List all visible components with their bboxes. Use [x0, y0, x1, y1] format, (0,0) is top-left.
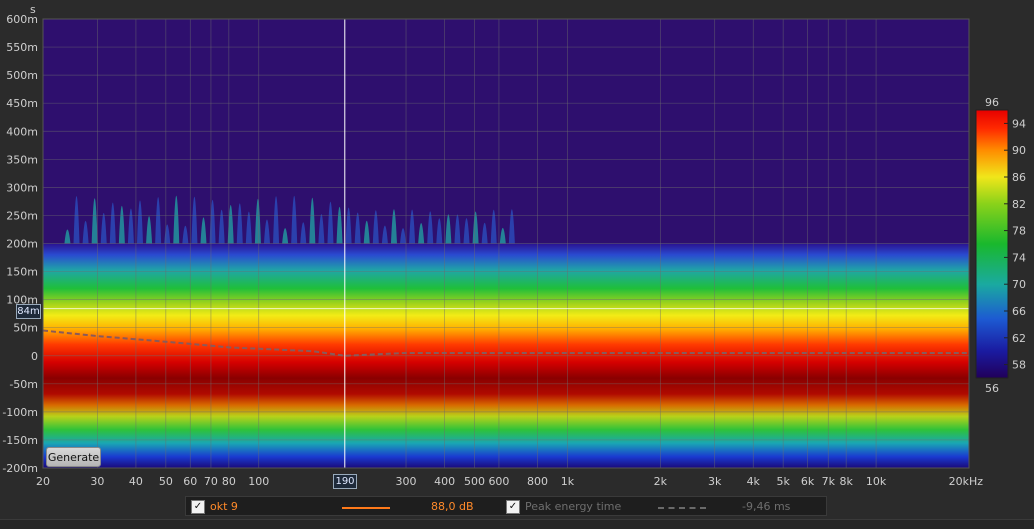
spectrogram-chart[interactable]: s 20 30 40 50 60 70 80 100 300 400 500 600 800 1k 2k 3k…	[0, 0, 1034, 528]
x-tick-label: 2k	[654, 475, 668, 488]
x-tick-label: 7k	[822, 475, 836, 488]
legend-bar: ✓ okt 9 88,0 dB ✓ Peak energy time -9,46…	[185, 496, 827, 516]
colorbar-tick-label: 78	[1012, 225, 1026, 238]
y-axis-ticks: 600m 550m 500m 450m 400m 350m 300m 250m 200m 150m…	[2, 13, 38, 475]
x-tick-label: 6k	[801, 475, 815, 488]
x-axis-ticks: 20 30 40 50 60 70 80 100 300 400 500 600 800 1k 2k 3k 4k…	[36, 475, 983, 488]
colorbar-tick-label: 58	[1012, 359, 1026, 372]
x-tick-label: 300	[396, 475, 417, 488]
y-tick-label: 350m	[6, 153, 38, 166]
x-tick-label: 400	[434, 475, 455, 488]
series2-name: Peak energy time	[525, 500, 622, 513]
y-tick-label: 600m	[6, 13, 38, 26]
x-tick-label: 100	[248, 475, 269, 488]
y-tick-label: 250m	[6, 209, 38, 222]
y-tick-label: 200m	[6, 238, 38, 251]
x-tick-label: 5k	[776, 475, 790, 488]
series1-checkbox[interactable]: ✓	[191, 500, 205, 514]
series1-line-sample	[342, 507, 390, 509]
colorbar-tick-label: 74	[1012, 251, 1026, 264]
x-tick-label: 500	[464, 475, 485, 488]
series1-value: 88,0 dB	[431, 500, 474, 513]
y-tick-label: 0	[31, 350, 38, 363]
x-tick-label: 1k	[561, 475, 575, 488]
x-tick-label: 8k	[839, 475, 853, 488]
colorbar-tick-label: 94	[1012, 117, 1026, 130]
x-tick-label: 50	[159, 475, 173, 488]
colorbar-tick-label: 86	[1012, 171, 1026, 184]
y-tick-label: 300m	[6, 181, 38, 194]
series2-line-sample	[658, 507, 706, 509]
colorbar-max-label: 96	[985, 96, 999, 109]
y-tick-label: 150m	[6, 266, 38, 279]
plot-area	[43, 19, 969, 468]
series2-value: -9,46 ms	[742, 500, 791, 513]
x-tick-label: 800	[527, 475, 548, 488]
x-tick-label: 600	[488, 475, 509, 488]
colorbar: 96 94 90 86 82 78 74 70 66 62 58 56	[975, 96, 1026, 395]
series1-name: okt 9	[210, 500, 238, 513]
x-tick-label: 60	[183, 475, 197, 488]
y-tick-label: 550m	[6, 41, 38, 54]
x-tick-label: 3k	[708, 475, 722, 488]
y-tick-label: 400m	[6, 125, 38, 138]
x-tick-label: 40	[129, 475, 143, 488]
y-tick-label: -100m	[2, 406, 38, 419]
frequency-cursor-readout[interactable]: 190	[333, 474, 357, 489]
colorbar-tick-label: 62	[1012, 332, 1026, 345]
x-tick-label: 20	[36, 475, 50, 488]
colorbar-tick-label: 70	[1012, 278, 1026, 291]
colorbar-tick-label: 90	[1012, 144, 1026, 157]
colorbar-min-label: 56	[985, 382, 999, 395]
generate-button[interactable]: Generate	[46, 447, 101, 467]
x-tick-label: 20kHz	[949, 475, 984, 488]
colorbar-tick-label: 66	[1012, 305, 1026, 318]
colorbar-tick-label: 82	[1012, 198, 1026, 211]
x-tick-label: 80	[222, 475, 236, 488]
y-tick-label: -50m	[9, 378, 38, 391]
x-tick-label: 10k	[866, 475, 887, 488]
x-tick-label: 30	[90, 475, 104, 488]
x-tick-label: 70	[204, 475, 218, 488]
y-tick-label: -200m	[2, 462, 38, 475]
time-cursor-readout[interactable]: 84m	[16, 304, 41, 319]
colorbar-gradient	[975, 109, 1009, 379]
x-tick-label: 4k	[747, 475, 761, 488]
series2-checkbox[interactable]: ✓	[506, 500, 520, 514]
y-tick-label: 500m	[6, 69, 38, 82]
y-tick-label: 50m	[13, 322, 38, 335]
y-tick-label: 450m	[6, 97, 38, 110]
y-tick-label: -150m	[2, 434, 38, 447]
